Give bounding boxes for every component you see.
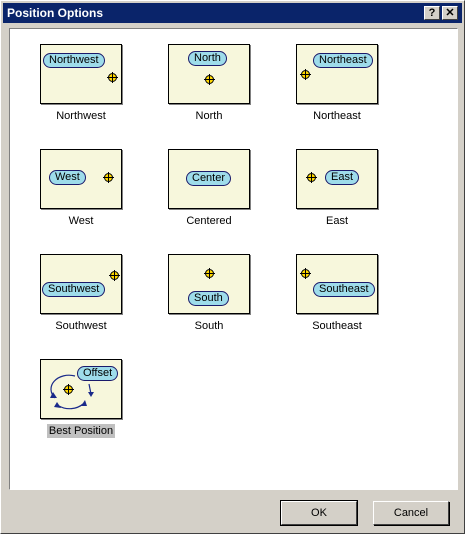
label-pill: Center <box>186 171 232 186</box>
option-thumbnail: Northwest <box>40 44 122 104</box>
label-pill: South <box>188 291 229 306</box>
label-pill: North <box>188 51 227 66</box>
crosshair-icon <box>204 74 215 85</box>
title-bar: Position Options ? ✕ <box>3 3 462 23</box>
close-button[interactable]: ✕ <box>442 6 458 20</box>
option-thumbnail: Offset <box>40 359 122 419</box>
label-pill: Southeast <box>313 282 375 297</box>
crosshair-icon <box>300 268 311 279</box>
option-thumbnail: East <box>296 149 378 209</box>
label-pill: East <box>325 170 360 185</box>
crosshair-icon <box>300 69 311 80</box>
option-caption: Southwest <box>55 320 107 332</box>
option-thumbnail: Center <box>168 149 250 209</box>
option-thumbnail: West <box>40 149 122 209</box>
option-thumbnail: North <box>168 44 250 104</box>
option-caption: Northeast <box>313 110 361 122</box>
cancel-button[interactable]: Cancel <box>373 501 449 525</box>
option-caption: North <box>195 110 223 122</box>
option-thumbnail: Southeast <box>296 254 378 314</box>
option-caption: Northwest <box>56 110 106 122</box>
crosshair-icon <box>63 384 74 395</box>
option-caption: East <box>325 215 348 227</box>
option-caption: West <box>68 215 94 227</box>
dialog-title: Position Options <box>7 6 103 20</box>
crosshair-icon <box>103 172 114 183</box>
option-caption: Best Position <box>46 424 116 438</box>
option-caption: Southeast <box>312 320 362 332</box>
option-thumbnail: Southwest <box>40 254 122 314</box>
label-pill: West <box>49 170 86 185</box>
label-pill: Northwest <box>43 53 105 68</box>
position-options-list: Northwest Northwest North North Northeas… <box>9 28 458 490</box>
rotate-arrows-icon <box>50 374 94 410</box>
crosshair-icon <box>306 172 317 183</box>
option-caption: Centered <box>186 215 232 227</box>
position-options-dialog: Position Options ? ✕ Northwest Northwest… <box>0 0 465 534</box>
option-caption: South <box>194 320 224 332</box>
crosshair-icon <box>107 72 118 83</box>
option-thumbnail: South <box>168 254 250 314</box>
label-pill: Southwest <box>42 282 106 297</box>
help-button[interactable]: ? <box>424 6 440 20</box>
option-thumbnail: Northeast <box>296 44 378 104</box>
ok-button[interactable]: OK <box>280 500 358 526</box>
crosshair-icon <box>109 270 120 281</box>
label-pill: Northeast <box>313 53 373 68</box>
crosshair-icon <box>204 268 215 279</box>
